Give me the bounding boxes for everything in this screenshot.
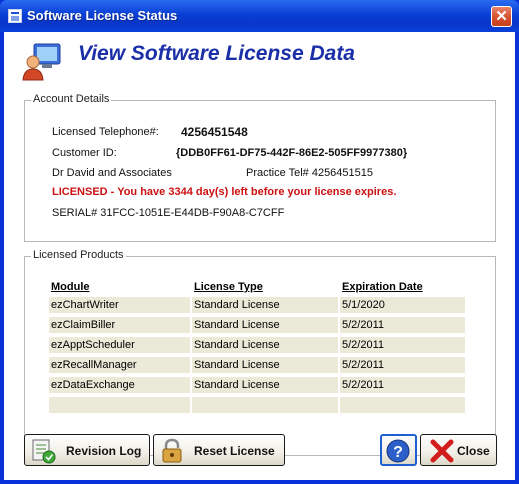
- help-glyph: ?: [393, 444, 403, 461]
- revision-log-icon: [32, 439, 56, 464]
- reset-license-button[interactable]: Reset License: [153, 434, 285, 466]
- practice-telephone: Practice Tel# 4256451515: [246, 167, 374, 179]
- expiration-date-cell: 5/2/2011: [340, 337, 465, 353]
- close-button[interactable]: Close: [420, 434, 497, 466]
- serial-number: SERIAL# 31FCC-1051E-E44DB-F90A8-C7CFF: [52, 207, 285, 219]
- module-cell: ezDataExchange: [49, 377, 190, 393]
- license-type-cell: Standard License: [192, 317, 338, 333]
- column-header-expiration-date[interactable]: Expiration Date: [340, 281, 465, 293]
- column-header-license-type[interactable]: License Type: [192, 281, 338, 293]
- column-header-module[interactable]: Module: [49, 281, 190, 293]
- padlock-icon: [162, 438, 182, 463]
- table-row[interactable]: ezClaimBiller Standard License 5/2/2011: [49, 317, 465, 333]
- license-type-cell: Standard License: [192, 297, 338, 313]
- module-cell: ezClaimBiller: [49, 317, 190, 333]
- window-close-button[interactable]: ✕: [491, 6, 512, 27]
- module-cell: ezChartWriter: [49, 297, 190, 313]
- customer-id-label: Customer ID:: [52, 147, 117, 159]
- module-cell: ezApptScheduler: [49, 337, 190, 353]
- help-icon: ?: [386, 439, 410, 463]
- account-details-label: Account Details: [31, 93, 112, 105]
- table-row[interactable]: ezRecallManager Standard License 5/2/201…: [49, 357, 465, 373]
- close-x-icon: ✕: [495, 8, 508, 25]
- table-row[interactable]: ezDataExchange Standard License 5/2/2011: [49, 377, 465, 393]
- expiration-date-cell: [340, 397, 465, 413]
- page-title: View Software License Data: [78, 42, 355, 65]
- expiration-date-cell: 5/2/2011: [340, 377, 465, 393]
- revision-log-button[interactable]: Revision Log: [24, 434, 150, 466]
- table-row[interactable]: ezApptScheduler Standard License 5/2/201…: [49, 337, 465, 353]
- window-title: Software License Status: [27, 8, 178, 23]
- module-cell: [49, 397, 190, 413]
- revision-log-label: Revision Log: [66, 444, 142, 458]
- expiration-date-cell: 5/2/2011: [340, 357, 465, 373]
- license-status-text: LICENSED - You have 3344 day(s) left bef…: [52, 186, 397, 198]
- practice-name: Dr David and Associates: [52, 167, 172, 179]
- red-x-icon: [430, 439, 454, 463]
- licensed-products-label: Licensed Products: [31, 249, 126, 261]
- customer-id-value: {DDB0FF61-DF75-442F-86E2-505FF9977380}: [176, 147, 408, 159]
- module-cell: ezRecallManager: [49, 357, 190, 373]
- help-button[interactable]: ?: [380, 434, 417, 466]
- products-table: Module License Type Expiration Date ezCh…: [47, 277, 467, 417]
- table-row[interactable]: ezChartWriter Standard License 5/1/2020: [49, 297, 465, 313]
- reset-license-label: Reset License: [194, 444, 275, 458]
- table-header-row: Module License Type Expiration Date: [49, 281, 465, 293]
- license-type-cell: Standard License: [192, 337, 338, 353]
- licensed-products-group: Licensed Products Module License Type Ex…: [24, 249, 496, 456]
- license-status-window: Software License Status ✕ View Software …: [0, 0, 519, 484]
- account-details-group: Account Details Licensed Telephone#: 425…: [24, 93, 496, 242]
- user-computer-icon: [22, 43, 61, 81]
- license-type-cell: Standard License: [192, 377, 338, 393]
- table-row-empty[interactable]: [49, 397, 465, 413]
- dialog-body: View Software License Data Account Detai…: [4, 32, 515, 480]
- license-type-cell: Standard License: [192, 357, 338, 373]
- title-bar[interactable]: Software License Status ✕: [0, 0, 519, 32]
- expiration-date-cell: 5/2/2011: [340, 317, 465, 333]
- expiration-date-cell: 5/1/2020: [340, 297, 465, 313]
- license-type-cell: [192, 397, 338, 413]
- telephone-value: 4256451548: [181, 125, 248, 139]
- close-label: Close: [457, 444, 490, 458]
- telephone-label: Licensed Telephone#:: [52, 126, 159, 138]
- window-icon: [8, 9, 22, 23]
